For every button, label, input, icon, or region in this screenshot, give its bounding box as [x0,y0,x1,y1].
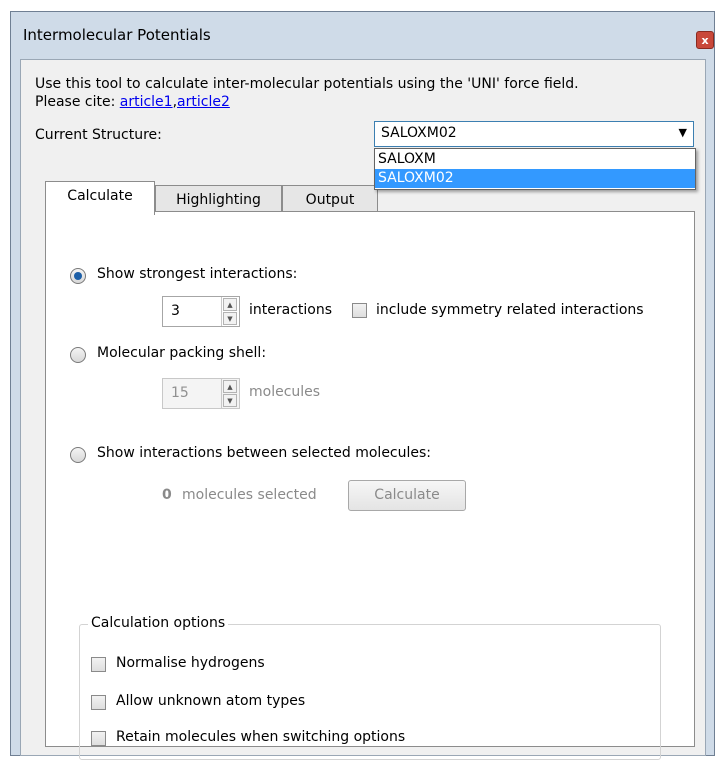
selected-molecules-label: Show interactions between selected molec… [97,445,432,461]
cite-line: Please cite: article1,article2 [35,94,230,110]
calculate-button[interactable]: Calculate [348,480,466,511]
dropdown-option-saloxm02[interactable]: SALOXM02 [375,169,695,188]
normalise-hydrogens-checkbox[interactable] [91,657,106,672]
molecules-unit: molecules [249,384,321,400]
structure-dropdown-list: SALOXM SALOXM02 [374,148,696,190]
strongest-count-value: 3 [171,303,180,319]
retain-molecules-checkbox[interactable] [91,731,106,746]
dialog-window: Intermolecular Potentials x Use this too… [10,11,715,760]
strongest-count-stepper[interactable]: 3 ▲ ▼ [162,296,240,327]
current-structure-label: Current Structure: [35,127,162,143]
calculation-options-group: Calculation options Normalise hydrogens … [79,615,661,760]
retain-molecules-label: Retain molecules when switching options [116,729,406,745]
packing-count-value: 15 [171,385,189,401]
selected-count: 0 [162,487,172,503]
chevron-down-icon[interactable]: ▼ [679,126,687,139]
interactions-unit: interactions [249,302,333,318]
allow-unknown-atoms-label: Allow unknown atom types [116,693,306,709]
allow-unknown-atoms-checkbox[interactable] [91,695,106,710]
symmetry-label: include symmetry related interactions [376,302,644,318]
stepper-down-icon[interactable]: ▼ [223,394,237,407]
dropdown-option-saloxm[interactable]: SALOXM [375,150,695,169]
window-title: Intermolecular Potentials [23,26,211,44]
tab-calculate[interactable]: Calculate [45,181,155,215]
selected-molecules-radio[interactable] [70,447,86,463]
stepper-buttons: ▲ ▼ [221,297,239,326]
strongest-label: Show strongest interactions: [97,266,298,282]
symmetry-checkbox[interactable] [352,303,367,318]
article2-link[interactable]: article2 [177,94,230,110]
normalise-hydrogens-label: Normalise hydrogens [116,655,265,671]
stepper-down-icon[interactable]: ▼ [223,312,237,325]
stepper-up-icon[interactable]: ▲ [223,380,237,393]
calculate-tab-panel: Show strongest interactions: 3 ▲ ▼ inter… [45,211,695,760]
close-icon[interactable]: x [696,31,714,49]
calculation-options-legend: Calculation options [88,615,229,631]
strongest-radio[interactable] [70,268,86,284]
packing-radio[interactable] [70,347,86,363]
packing-count-stepper[interactable]: 15 ▲ ▼ [162,378,240,409]
structure-select-value: SALOXM02 [381,125,457,141]
stepper-buttons: ▲ ▼ [221,379,239,408]
stepper-up-icon[interactable]: ▲ [223,298,237,311]
dialog-client-area: Use this tool to calculate inter-molecul… [20,59,706,760]
packing-label: Molecular packing shell: [97,345,267,361]
intro-text: Use this tool to calculate inter-molecul… [35,76,579,92]
molecules-selected-text: molecules selected [182,487,317,503]
cite-prefix: Please cite: [35,94,120,110]
structure-select[interactable]: SALOXM02 ▼ [374,121,694,147]
article1-link[interactable]: article1 [120,94,173,110]
